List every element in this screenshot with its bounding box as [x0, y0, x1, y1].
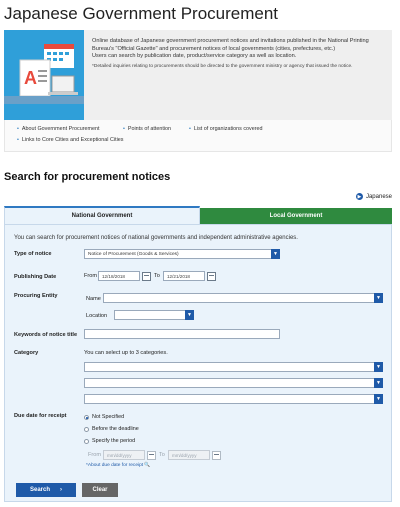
calendar-icon[interactable]: [207, 272, 216, 281]
due-from-label: From: [88, 452, 102, 458]
clear-button[interactable]: Clear: [82, 483, 118, 497]
chevron-down-icon: ▼: [374, 394, 383, 404]
link-about-government-procurement[interactable]: About Government Procurement: [17, 126, 100, 132]
publishing-to-label: To: [154, 273, 160, 279]
chevron-down-icon: ▼: [185, 310, 194, 320]
radio-before-deadline[interactable]: [84, 427, 89, 432]
chevron-right-icon: ›: [60, 487, 62, 493]
chevron-down-icon: ▼: [374, 378, 383, 388]
keywords-input[interactable]: [84, 329, 280, 339]
search-button[interactable]: Search ›: [16, 483, 76, 497]
radio-specify-period[interactable]: [84, 439, 89, 444]
due-from-input[interactable]: mm/dd/yyyy: [103, 450, 145, 460]
due-to-input[interactable]: mm/dd/yyyy: [168, 450, 210, 460]
play-arrow-icon: ▶: [355, 193, 363, 200]
calendar-icon[interactable]: [142, 272, 151, 281]
due-to-label: To: [159, 452, 165, 458]
due-date-label: Due date for receipt: [14, 413, 67, 419]
procurement-illustration-icon: A: [4, 30, 84, 120]
chevron-down-icon: ▼: [271, 249, 280, 259]
entity-name-label: Name: [86, 296, 101, 302]
svg-text:A: A: [24, 68, 37, 88]
intro-illustration: A: [4, 30, 84, 120]
section-title: Search for procurement notices: [4, 171, 171, 183]
links-box: About Government Procurement Points of a…: [4, 120, 392, 152]
search-icon: 🔍: [144, 463, 151, 468]
intro-line-2: Users can search by publication date, pr…: [92, 53, 297, 60]
tab-national-government[interactable]: National Government: [4, 206, 200, 224]
chevron-down-icon: ▼: [374, 293, 383, 303]
intro-note: *Detailed inquiries relating to procurem…: [92, 63, 353, 69]
entity-location-label: Location: [86, 313, 108, 319]
type-of-notice-value: Notice of Procurement (Goods & Services): [88, 251, 179, 257]
language-label: Japanese: [365, 193, 392, 200]
calendar-icon[interactable]: [147, 451, 156, 460]
about-due-date-link[interactable]: *About due date for receipt 🔍: [86, 463, 150, 468]
link-list-of-organizations[interactable]: List of organizations covered: [189, 126, 263, 132]
radio-not-specified[interactable]: [84, 415, 89, 420]
category-select-2[interactable]: ▼: [84, 378, 383, 388]
language-switch[interactable]: ▶ Japanese: [355, 193, 392, 200]
radio-not-specified-label: Not Specified: [92, 414, 125, 420]
search-button-label: Search: [29, 487, 50, 493]
type-of-notice-label: Type of notice: [14, 251, 52, 257]
link-points-of-attention[interactable]: Points of attention: [123, 126, 171, 132]
tab-local-government[interactable]: Local Government: [200, 208, 392, 224]
intro-line-1: Online database of Japanese government p…: [92, 38, 369, 52]
category-select-1[interactable]: ▼: [84, 362, 383, 372]
chevron-down-icon: ▼: [374, 362, 383, 372]
category-select-3[interactable]: ▼: [84, 394, 383, 404]
page-title: Japanese Government Procurement: [4, 4, 279, 23]
entity-name-select[interactable]: ▼: [103, 293, 383, 303]
about-due-date-text: *About due date for receipt: [86, 463, 144, 468]
category-label: Category: [14, 350, 39, 356]
radio-specify-period-label: Specify the period: [92, 438, 136, 444]
category-hint: You can select up to 3 categories.: [84, 350, 168, 356]
search-description: You can search for procurement notices o…: [14, 235, 298, 241]
link-core-cities[interactable]: Links to Core Cities and Exceptional Cit…: [17, 137, 124, 143]
keywords-label: Keywords of notice title: [14, 332, 78, 338]
procuring-entity-label: Procuring Entity: [14, 293, 58, 299]
publishing-to-input[interactable]: 12/21/2018: [163, 271, 205, 281]
calendar-icon[interactable]: [212, 451, 221, 460]
publishing-date-label: Publishing Date: [14, 274, 57, 280]
intro-text: Online database of Japanese government p…: [92, 38, 388, 70]
publishing-from-input[interactable]: 12/18/2018: [98, 271, 140, 281]
radio-before-deadline-label: Before the deadline: [92, 426, 139, 432]
entity-location-select[interactable]: ▼: [114, 310, 194, 320]
publishing-from-label: From: [84, 273, 98, 279]
type-of-notice-select[interactable]: Notice of Procurement (Goods & Services)…: [84, 249, 280, 259]
